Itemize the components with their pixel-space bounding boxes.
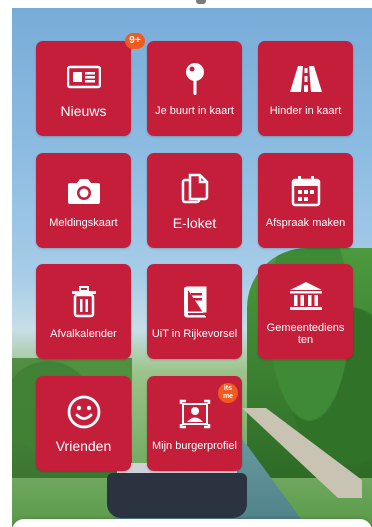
tile-nieuws[interactable]: Nieuws: [36, 41, 131, 136]
profile-icon: [178, 394, 212, 434]
trash-icon: [71, 282, 97, 322]
newspaper-icon: [66, 57, 101, 97]
road-icon: [289, 59, 323, 99]
tile-label: UiT in Rijkevorsel: [151, 327, 238, 340]
tile-vrienden[interactable]: Vrienden: [36, 376, 131, 471]
tile-label: Meldingskaart: [49, 216, 118, 229]
book-icon: [182, 282, 208, 322]
itsme-badge: its me: [218, 383, 238, 403]
tile-label: Je buurt in kaart: [155, 104, 234, 117]
tile-label: Hinder in kaart: [269, 104, 342, 117]
bottom-sheet-handle[interactable]: [12, 519, 372, 527]
map-pin-icon: [184, 59, 206, 99]
tile-label: Mijn burgerprofiel: [152, 439, 237, 452]
notification-badge: 9+: [125, 33, 145, 49]
tile-gemeentediensten[interactable]: Gemeentediens ten: [258, 264, 353, 359]
tile-e-loket[interactable]: E-loket: [147, 153, 242, 248]
tile-hinder-in-kaart[interactable]: Hinder in kaart: [258, 41, 353, 136]
tile-label: Gemeentediens ten: [266, 321, 345, 346]
camera-icon: [67, 171, 101, 211]
documents-icon: [181, 169, 209, 209]
tile-afspraak-maken[interactable]: Afspraak maken: [258, 153, 353, 248]
town-hall-icon: [289, 276, 323, 316]
tile-label: Afspraak maken: [265, 216, 346, 229]
tile-afvalkalender[interactable]: Afvalkalender: [36, 264, 131, 359]
tile-je-buurt-in-kaart[interactable]: Je buurt in kaart: [147, 41, 242, 136]
tile-label: E-loket: [172, 214, 217, 231]
status-handle: [196, 0, 206, 4]
tile-label: Nieuws: [60, 102, 107, 119]
tile-meldingskaart[interactable]: Meldingskaart: [36, 153, 131, 248]
tile-uit-in-rijkevorsel[interactable]: UiT in Rijkevorsel: [147, 264, 242, 359]
tile-label: Afvalkalender: [50, 327, 117, 340]
smiley-icon: [67, 392, 101, 432]
tile-label: Vrienden: [55, 437, 112, 454]
calendar-icon: [291, 171, 321, 211]
background-boat: [107, 473, 247, 518]
